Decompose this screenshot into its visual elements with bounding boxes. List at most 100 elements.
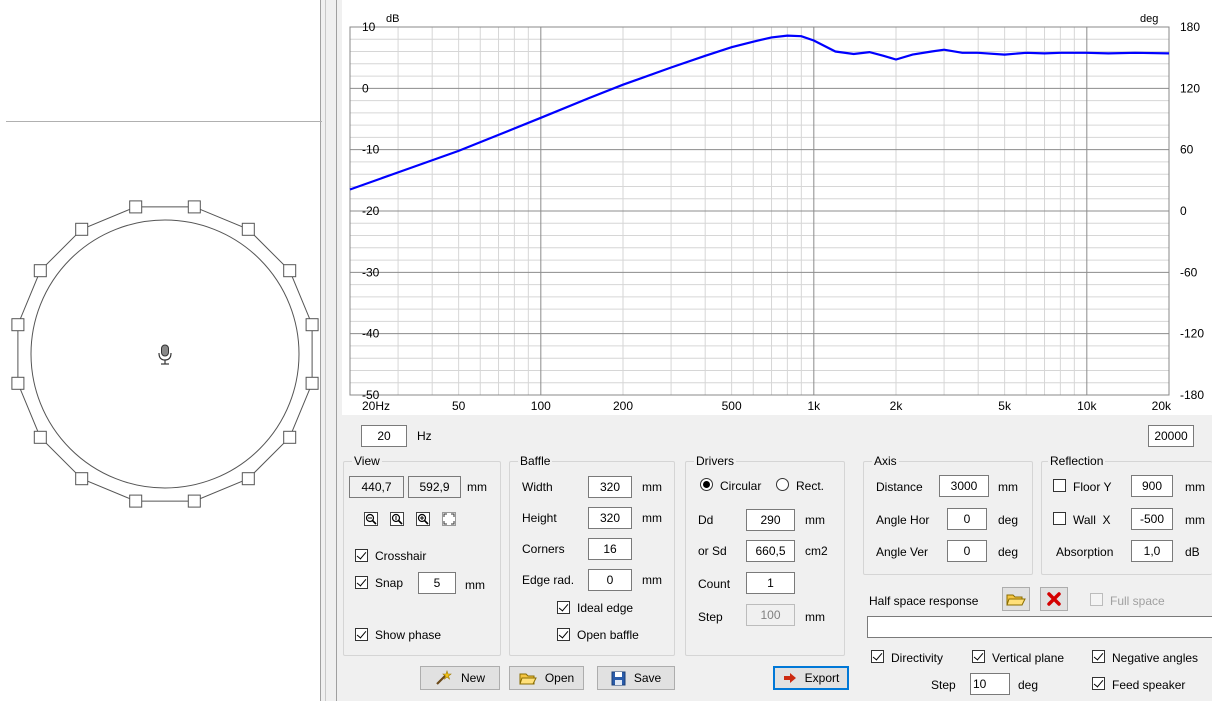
directivity-label: Directivity	[891, 651, 944, 665]
corner-handle[interactable]	[241, 472, 255, 486]
circular-label: Circular	[720, 479, 762, 493]
directivity-step-unit: deg	[1018, 678, 1039, 692]
y2-tick-label: -120	[1180, 327, 1204, 341]
full-space-label: Full space	[1110, 594, 1165, 608]
x-axis-ticks: 20Hz 50 100 200 500 1k 2k 5k 10k 20k	[362, 399, 1172, 413]
corner-handle[interactable]	[129, 494, 143, 508]
half-space-label: Half space response	[869, 594, 979, 608]
corner-handle[interactable]	[305, 318, 319, 332]
wall-checkbox[interactable]	[1053, 512, 1066, 525]
fmin-input[interactable]: 20	[361, 425, 407, 447]
count-input[interactable]: 1	[746, 572, 795, 594]
new-button[interactable]: New	[420, 666, 500, 690]
vertical-plane-checkbox[interactable]	[972, 650, 985, 663]
rect-radio[interactable]	[776, 478, 789, 491]
view-group-title: View	[352, 454, 382, 468]
view-x-value: 440,7	[349, 476, 404, 498]
snap-input[interactable]: 5	[418, 572, 456, 594]
floor-checkbox[interactable]	[1053, 479, 1066, 492]
rect-label: Rect.	[796, 479, 825, 493]
open-baffle-checkbox[interactable]	[557, 628, 570, 641]
floor-input[interactable]: 900	[1131, 475, 1173, 497]
baffle-edge-input[interactable]: 0	[588, 569, 632, 591]
sd-input[interactable]: 660,5	[746, 540, 795, 562]
zoom-full-icon[interactable]	[442, 512, 456, 526]
directivity-checkbox[interactable]	[871, 650, 884, 663]
baffle-height-input[interactable]: 320	[588, 507, 632, 529]
x-tick-label: 100	[531, 399, 551, 413]
open-button-label: Open	[544, 671, 575, 685]
baffle-drawing[interactable]	[0, 0, 322, 701]
save-button[interactable]: Save	[597, 666, 675, 690]
corner-handle[interactable]	[187, 200, 201, 214]
x-tick-label: 2k	[890, 399, 904, 413]
open-button[interactable]: Open	[509, 666, 584, 690]
corner-handle[interactable]	[305, 376, 319, 390]
angle-ver-unit: deg	[998, 545, 1019, 559]
half-space-file-input[interactable]	[867, 616, 1212, 638]
dd-input[interactable]: 290	[746, 509, 795, 531]
export-button[interactable]: Export	[773, 666, 849, 690]
fmax-input[interactable]: 20000	[1148, 425, 1194, 447]
corner-handle[interactable]	[11, 318, 25, 332]
baffle-group-title: Baffle	[518, 454, 553, 468]
wall-input[interactable]: -500	[1131, 508, 1173, 530]
absorption-input[interactable]: 1,0	[1131, 540, 1173, 562]
y-axis-unit: dB	[386, 13, 399, 25]
wall-label: Wall X	[1073, 513, 1111, 527]
view-unit: mm	[467, 480, 487, 494]
y2-axis-ticks: 180 120 60 0 -60 -120 -180	[1180, 20, 1204, 402]
snap-label: Snap	[375, 576, 404, 590]
distance-input[interactable]: 3000	[939, 475, 989, 497]
x-tick-label: 5k	[998, 399, 1012, 413]
floor-label: Floor Y	[1073, 480, 1112, 494]
corner-handle[interactable]	[75, 472, 89, 486]
distance-label: Distance	[876, 480, 923, 494]
delete-icon[interactable]	[1040, 587, 1068, 611]
corner-handle[interactable]	[33, 264, 47, 278]
fmin-unit: Hz	[417, 429, 432, 443]
open-folder-icon[interactable]	[1002, 587, 1030, 611]
full-space-checkbox	[1090, 593, 1103, 606]
directivity-step-label: Step	[931, 678, 956, 692]
corner-handle[interactable]	[75, 222, 89, 236]
circular-radio[interactable]	[700, 478, 713, 491]
snap-checkbox[interactable]	[355, 576, 368, 589]
feed-speaker-checkbox[interactable]	[1092, 677, 1105, 690]
y-tick-label: -20	[362, 204, 380, 218]
corner-handle[interactable]	[283, 430, 297, 444]
angle-ver-input[interactable]: 0	[947, 540, 987, 562]
show-phase-checkbox[interactable]	[355, 628, 368, 641]
y-tick-label: 0	[362, 81, 369, 95]
panel-gap	[325, 0, 335, 701]
magic-wand-icon	[436, 670, 452, 685]
frequency-response-chart[interactable]: 100-10-20-30-40-50 180120600-60-120-180 …	[342, 0, 1212, 415]
zoom-fit-icon[interactable]	[390, 512, 404, 526]
baffle-corners-input[interactable]: 16	[588, 538, 632, 560]
zoom-out-icon[interactable]	[364, 512, 378, 526]
view-y-value: 592,9	[408, 476, 461, 498]
corner-handle[interactable]	[283, 264, 297, 278]
corner-handle[interactable]	[11, 376, 25, 390]
y2-tick-label: 180	[1180, 20, 1200, 34]
corner-handle[interactable]	[33, 430, 47, 444]
corner-handle[interactable]	[129, 200, 143, 214]
corner-handle[interactable]	[241, 222, 255, 236]
baffle-width-input[interactable]: 320	[588, 476, 632, 498]
angle-hor-input[interactable]: 0	[947, 508, 987, 530]
zoom-in-icon[interactable]	[416, 512, 430, 526]
baffle-width-unit: mm	[642, 480, 662, 494]
vertical-plane-label: Vertical plane	[992, 651, 1065, 665]
y2-tick-label: 0	[1180, 204, 1187, 218]
angle-ver-label: Angle Ver	[876, 545, 929, 559]
new-button-label: New	[460, 671, 485, 685]
negative-angles-checkbox[interactable]	[1092, 650, 1105, 663]
y2-tick-label: -180	[1180, 388, 1204, 402]
directivity-step-input[interactable]: 10	[970, 673, 1010, 695]
distance-unit: mm	[998, 480, 1018, 494]
corner-handle[interactable]	[187, 494, 201, 508]
ideal-edge-checkbox[interactable]	[557, 601, 570, 614]
drivers-group-title: Drivers	[694, 454, 736, 468]
microphone-icon[interactable]	[158, 344, 172, 365]
crosshair-checkbox[interactable]	[355, 549, 368, 562]
